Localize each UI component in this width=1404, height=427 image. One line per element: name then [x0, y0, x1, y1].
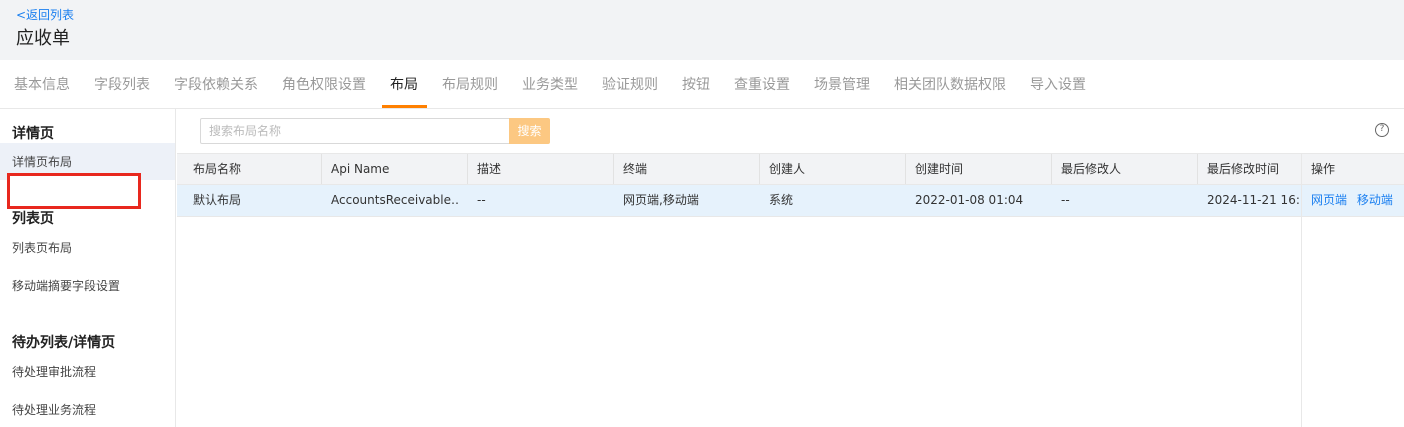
column-header-name: 布局名称 — [193, 162, 242, 176]
column-divider — [613, 154, 614, 184]
annotation-red-box — [7, 173, 141, 209]
back-to-list-link[interactable]: <返回列表 — [16, 6, 74, 23]
tab-validation-rules[interactable]: 验证规则 — [602, 74, 658, 94]
question-circle-icon[interactable]: ? — [1375, 123, 1389, 137]
column-divider — [1197, 154, 1198, 184]
cell-description: -- — [477, 193, 486, 207]
column-header-created-at: 创建时间 — [915, 162, 964, 176]
cell-modified-at: 2024-11-21 16:14 — [1207, 193, 1301, 207]
action-mobile-link[interactable]: 移动端 — [1357, 193, 1393, 207]
cell-api-name: AccountsReceivable… — [331, 193, 459, 207]
cell-terminal: 网页端,移动端 — [623, 193, 699, 207]
column-divider — [321, 154, 322, 184]
tab-scene-management[interactable]: 场景管理 — [814, 74, 870, 94]
column-header-actions: 操作 — [1311, 162, 1336, 176]
tab-layout[interactable]: 布局 — [390, 74, 418, 94]
search-button[interactable]: 搜索 — [509, 118, 550, 144]
sidebar-item-mobile-summary[interactable]: 移动端摘要字段设置 — [12, 277, 120, 294]
column-header-creator: 创建人 — [769, 162, 806, 176]
tab-team-data-permissions[interactable]: 相关团队数据权限 — [894, 74, 1006, 94]
column-header-description: 描述 — [477, 162, 502, 176]
sidebar-section-todo: 待办列表/详情页 — [12, 335, 116, 351]
column-divider — [905, 154, 906, 184]
tab-business-type[interactable]: 业务类型 — [522, 74, 578, 94]
sidebar-item-pending-approval[interactable]: 待处理审批流程 — [12, 363, 96, 380]
column-divider — [467, 154, 468, 184]
table-header: 布局名称 Api Name 描述 终端 创建人 创建时间 最后修改人 最后修改时… — [177, 153, 1404, 185]
column-header-api-name: Api Name — [331, 162, 390, 176]
cell-created-at: 2022-01-08 01:04 — [915, 193, 1024, 207]
sidebar-item-detail-layout[interactable]: 详情页布局 — [12, 153, 72, 170]
cell-modifier: -- — [1061, 193, 1070, 207]
tab-duplicate-check[interactable]: 查重设置 — [734, 74, 790, 94]
tab-buttons[interactable]: 按钮 — [682, 74, 710, 94]
column-divider — [759, 154, 760, 184]
sidebar-item-list-layout[interactable]: 列表页布局 — [12, 239, 72, 256]
cell-actions: 网页端 移动端 — [1311, 185, 1404, 215]
cell-creator: 系统 — [769, 193, 794, 207]
tab-basic-info[interactable]: 基本信息 — [14, 74, 70, 94]
tab-field-dependency[interactable]: 字段依赖关系 — [174, 74, 258, 94]
tab-import-settings[interactable]: 导入设置 — [1030, 74, 1086, 94]
tab-field-list[interactable]: 字段列表 — [94, 74, 150, 94]
table-row[interactable]: 默认布局 AccountsReceivable… -- 网页端,移动端 系统 2… — [177, 185, 1404, 217]
sidebar: 详情页 详情页布局 列表页 列表页布局 移动端摘要字段设置 待办列表/详情页 待… — [0, 109, 176, 427]
column-header-modifier: 最后修改人 — [1061, 162, 1122, 176]
page-title: 应收单 — [16, 28, 70, 49]
cell-layout-name: 默认布局 — [193, 193, 242, 207]
fixed-column-divider — [1301, 153, 1302, 427]
column-divider — [1051, 154, 1052, 184]
sidebar-section-detail: 详情页 — [12, 126, 54, 142]
column-header-terminal: 终端 — [623, 162, 648, 176]
sidebar-item-pending-business[interactable]: 待处理业务流程 — [12, 401, 96, 418]
tab-role-permissions[interactable]: 角色权限设置 — [282, 74, 366, 94]
action-web-link[interactable]: 网页端 — [1311, 193, 1347, 207]
active-tab-indicator — [382, 105, 427, 108]
sidebar-section-list: 列表页 — [12, 211, 54, 227]
tab-bar: 基本信息 字段列表 字段依赖关系 角色权限设置 布局 布局规则 业务类型 验证规… — [0, 60, 1404, 109]
tab-layout-rules[interactable]: 布局规则 — [442, 74, 498, 94]
page-header: <返回列表 应收单 — [0, 0, 1404, 60]
search-input[interactable] — [200, 118, 510, 144]
column-header-modified-at: 最后修改时间 — [1207, 162, 1280, 176]
